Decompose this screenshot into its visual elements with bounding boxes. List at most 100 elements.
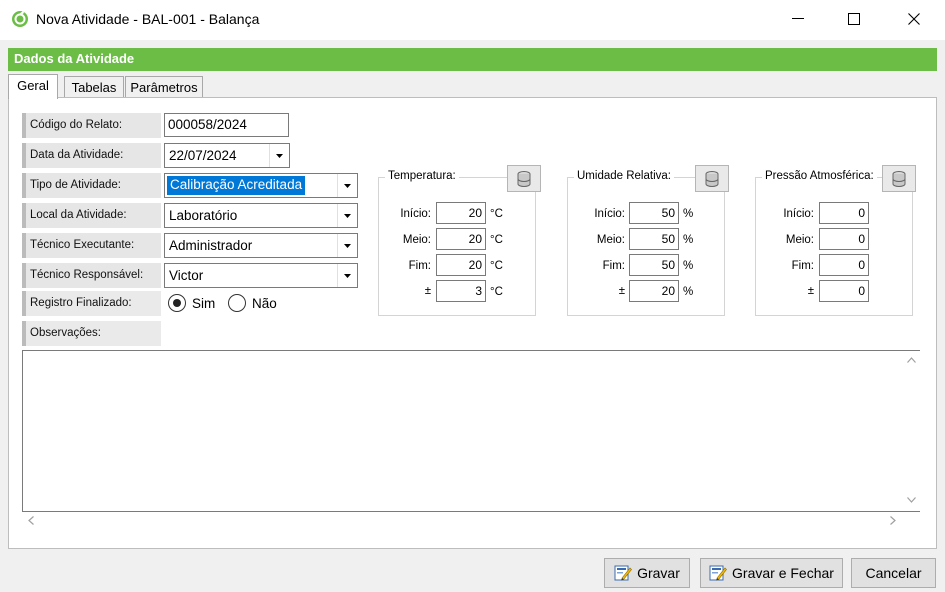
- responsavel-dropdown-button[interactable]: [337, 264, 357, 287]
- temperatura-inicio-label: Início:: [400, 208, 431, 220]
- umidade-tol-input[interactable]: 20: [629, 280, 679, 302]
- tipo-dropdown-button[interactable]: [337, 174, 357, 197]
- umidade-inicio-label: Início:: [594, 208, 625, 220]
- executante-select[interactable]: Administrador: [164, 233, 358, 258]
- chevron-down-icon: [344, 213, 351, 218]
- horizontal-scrollbar[interactable]: [22, 512, 920, 529]
- radio-nao-circle[interactable]: [228, 294, 246, 312]
- observacoes-textarea[interactable]: [22, 350, 920, 512]
- radio-selected-dot: [173, 299, 181, 307]
- close-icon: [908, 13, 920, 25]
- pressao-fim-input[interactable]: 0: [819, 254, 869, 276]
- executante-dropdown-button[interactable]: [337, 234, 357, 257]
- temperatura-fim-unit: °C: [490, 260, 503, 272]
- chevron-down-icon: [344, 273, 351, 278]
- umidade-meio-label: Meio:: [596, 234, 625, 246]
- temperatura-instrument-button[interactable]: [507, 165, 541, 192]
- tipo-value: Calibração Acreditada: [167, 176, 306, 195]
- radio-sim-label: Sim: [192, 295, 216, 311]
- codigo-input[interactable]: 000058/2024: [164, 113, 289, 137]
- vertical-scrollbar[interactable]: [903, 351, 920, 511]
- temperatura-meio-label: Meio:: [402, 234, 431, 246]
- temperatura-inicio-input[interactable]: 20: [436, 202, 486, 224]
- tab-geral[interactable]: Geral: [8, 74, 58, 99]
- responsavel-label: Técnico Responsável:: [22, 263, 161, 288]
- umidade-inicio-input[interactable]: 50: [629, 202, 679, 224]
- tipo-label: Tipo de Atividade:: [22, 173, 161, 198]
- data-picker[interactable]: 22/07/2024: [164, 143, 290, 168]
- temperatura-tol-unit: °C: [490, 286, 503, 298]
- umidade-tol-unit: %: [683, 286, 694, 298]
- umidade-meio-unit: %: [683, 234, 694, 246]
- umidade-instrument-button[interactable]: [695, 165, 729, 192]
- temperatura-tol-input[interactable]: 3: [436, 280, 486, 302]
- local-value: Laboratório: [169, 208, 238, 223]
- temperatura-fim-label: Fim:: [408, 260, 431, 272]
- umidade-fim-input[interactable]: 50: [629, 254, 679, 276]
- radio-sim-circle[interactable]: [168, 294, 186, 312]
- local-select[interactable]: Laboratório: [164, 203, 358, 228]
- local-label: Local da Atividade:: [22, 203, 161, 228]
- pressao-instrument-button[interactable]: [882, 165, 916, 192]
- tipo-select[interactable]: Calibração Acreditada: [164, 173, 358, 198]
- app-logo-icon: [12, 11, 28, 27]
- finalizado-label: Registro Finalizado:: [22, 291, 161, 316]
- tab-parametros[interactable]: Parâmetros: [125, 76, 203, 98]
- tab-tabelas[interactable]: Tabelas: [64, 76, 124, 98]
- temperatura-fim-input[interactable]: 20: [436, 254, 486, 276]
- gravar-fechar-label: Gravar e Fechar: [732, 565, 834, 581]
- pressao-meio-input[interactable]: 0: [819, 228, 869, 250]
- umidade-title: Umidade Relativa:: [574, 170, 674, 182]
- gravar-fechar-button[interactable]: Gravar e Fechar: [700, 558, 843, 588]
- cylinder-icon: [517, 170, 531, 187]
- gravar-label: Gravar: [637, 565, 680, 581]
- pressao-fim-label: Fim:: [791, 260, 814, 272]
- save-edit-icon: [709, 564, 727, 582]
- date-dropdown-button[interactable]: [269, 144, 289, 167]
- chevron-down-icon: [344, 243, 351, 248]
- radio-nao-label: Não: [252, 295, 277, 311]
- cylinder-icon: [705, 170, 719, 187]
- pressao-title: Pressão Atmosférica:: [762, 170, 877, 182]
- pressao-inicio-input[interactable]: 0: [819, 202, 869, 224]
- umidade-fim-unit: %: [683, 260, 694, 272]
- radio-sim[interactable]: Sim: [168, 294, 215, 312]
- geral-panel: Código do Relato: Data da Atividade: Tip…: [8, 97, 937, 549]
- maximize-icon: [848, 13, 860, 25]
- scroll-up-icon[interactable]: [907, 357, 916, 363]
- temperatura-meio-input[interactable]: 20: [436, 228, 486, 250]
- chevron-down-icon: [344, 183, 351, 188]
- umidade-tol-label: ±: [618, 285, 625, 297]
- umidade-fim-label: Fim:: [602, 260, 625, 272]
- cancelar-button[interactable]: Cancelar: [851, 558, 936, 588]
- minimize-icon: [792, 18, 804, 19]
- pressao-group: Pressão Atmosférica: Início: 0 Meio: 0 F…: [755, 165, 916, 316]
- pressao-tol-input[interactable]: 0: [819, 280, 869, 302]
- maximize-button[interactable]: [831, 0, 877, 38]
- close-button[interactable]: [891, 0, 937, 38]
- section-header: Dados da Atividade: [8, 48, 937, 71]
- cancelar-label: Cancelar: [865, 565, 922, 581]
- responsavel-value: Victor: [169, 268, 204, 283]
- temperatura-tol-label: ±: [424, 285, 431, 297]
- temperatura-group: Temperatura: Início: 20 °C Meio: 20 °C F…: [378, 165, 541, 316]
- codigo-label: Código do Relato:: [22, 113, 161, 138]
- scroll-left-icon[interactable]: [28, 516, 34, 525]
- save-edit-icon: [614, 564, 632, 582]
- temperatura-meio-unit: °C: [490, 234, 503, 246]
- scroll-down-icon[interactable]: [907, 497, 916, 503]
- minimize-button[interactable]: [775, 0, 821, 38]
- responsavel-select[interactable]: Victor: [164, 263, 358, 288]
- pressao-inicio-label: Início:: [783, 208, 814, 220]
- scroll-right-icon[interactable]: [890, 516, 896, 525]
- temperatura-title: Temperatura:: [385, 170, 459, 182]
- data-value: 22/07/2024: [169, 148, 237, 163]
- radio-nao[interactable]: Não: [228, 294, 277, 312]
- executante-value: Administrador: [169, 238, 253, 253]
- data-label: Data da Atividade:: [22, 143, 161, 168]
- local-dropdown-button[interactable]: [337, 204, 357, 227]
- umidade-meio-input[interactable]: 50: [629, 228, 679, 250]
- chevron-down-icon: [276, 153, 283, 158]
- gravar-button[interactable]: Gravar: [604, 558, 690, 588]
- pressao-tol-label: ±: [807, 285, 814, 297]
